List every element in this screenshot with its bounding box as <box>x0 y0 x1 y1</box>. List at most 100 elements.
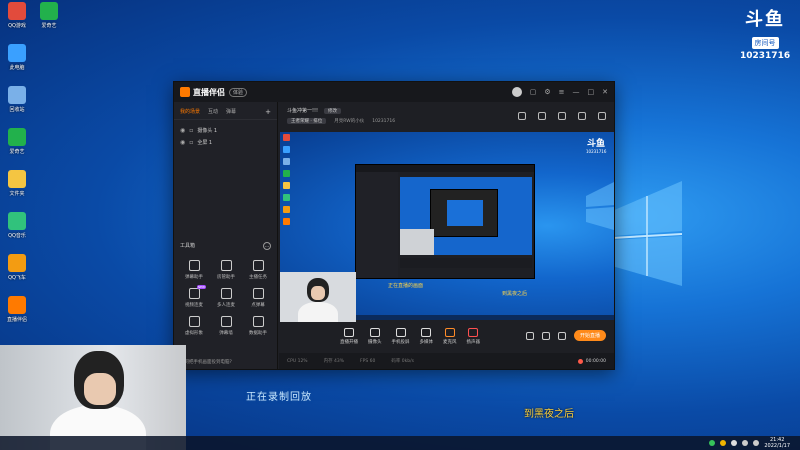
microphone-button[interactable]: 麦克风 <box>443 327 457 345</box>
minimize-icon[interactable]: — <box>573 88 580 96</box>
desktop-icon-label: QQ音乐 <box>8 233 26 239</box>
app-icon <box>8 170 26 188</box>
tool-item[interactable]: 弹幕墙 <box>210 316 242 336</box>
app-icon <box>8 212 26 230</box>
app-icon <box>8 44 26 62</box>
nested-app-window <box>355 164 535 279</box>
menu-icon[interactable]: ≡ <box>559 88 565 96</box>
tool-item[interactable]: 主播任务 <box>242 260 274 280</box>
tool-item[interactable]: 多人连麦 <box>210 288 242 308</box>
preview-desktop-icons <box>283 134 291 230</box>
camera-overlay[interactable] <box>280 272 356 322</box>
maximize-icon[interactable]: □ <box>588 88 595 96</box>
tab-danmaku[interactable]: 弹幕 <box>226 108 236 116</box>
network-icon[interactable] <box>742 440 749 446</box>
scene-item-camera[interactable]: ◉ ▫ 摄像头 1 <box>174 124 277 136</box>
tool-item[interactable]: 点弹幕 <box>242 288 274 308</box>
edit-title-button[interactable]: 修改 <box>324 107 342 114</box>
lock-icon[interactable] <box>538 112 546 120</box>
subtitle-right: 到黑夜之后 <box>524 409 574 420</box>
app-icon <box>8 86 26 104</box>
message-icon[interactable]: ▢ <box>530 88 537 96</box>
volume-icon[interactable] <box>753 440 760 446</box>
bell-icon[interactable] <box>598 112 606 120</box>
start-live-button[interactable]: 开始直播 <box>573 330 606 341</box>
scene-item-fullscreen[interactable]: ◉ ▫ 全屏 1 <box>174 136 277 148</box>
tab-interact[interactable]: 互动 <box>208 108 218 116</box>
app-icon <box>8 128 26 146</box>
tab-scenes[interactable]: 我的场景 <box>180 108 200 116</box>
desktop-icon-label: QQ游戏 <box>8 23 26 29</box>
desktop-icon[interactable]: 回收站 <box>2 86 32 128</box>
avatar[interactable] <box>511 87 522 97</box>
camera-button[interactable]: 摄像头 <box>368 327 382 345</box>
desktop-icon[interactable]: QQ飞车 <box>2 254 32 296</box>
tool-item[interactable]: 房管助手 <box>210 260 242 280</box>
tool-item[interactable]: 数据助手 <box>242 316 274 336</box>
desktop-icon[interactable]: 爱奇艺 <box>34 2 64 44</box>
desktop-icon[interactable]: QQ音乐 <box>2 212 32 254</box>
desktop-icon-label: 回收站 <box>9 107 25 113</box>
media-button[interactable]: 多媒体 <box>420 327 433 345</box>
share-icon[interactable] <box>578 112 586 120</box>
desktop-icon[interactable]: 直播伴侣 <box>2 296 32 338</box>
version-badge: 体验 <box>229 87 248 97</box>
title-bar: 直播伴侣 体验 ▢ ⚙ ≡ — □ ✕ <box>174 82 614 102</box>
tool-label: 主播任务 <box>249 275 267 280</box>
tool-item[interactable]: 弹幕助手 <box>178 260 210 280</box>
more-icon[interactable]: … <box>263 242 271 250</box>
status-bitrate: 码率 0kb/s <box>391 359 414 364</box>
lock-icon[interactable]: ▫ <box>189 139 193 146</box>
status-cpu: CPU 12% <box>287 358 308 364</box>
category-tag[interactable]: 王者荣耀 · 排位 <box>287 118 327 124</box>
add-scene-icon[interactable]: + <box>265 108 271 116</box>
tray-app-icon[interactable] <box>709 440 716 446</box>
tool-item[interactable]: 视频连麦 NEW <box>178 285 210 308</box>
record-icon[interactable] <box>525 331 534 340</box>
new-badge: NEW <box>196 285 206 289</box>
monitor-icon[interactable] <box>558 112 566 120</box>
taskbar-clock[interactable]: 21:42 2022/1/17 <box>764 437 790 449</box>
settings-icon[interactable]: ⚙ <box>544 88 550 96</box>
tray-app-icon[interactable] <box>731 440 738 446</box>
room-badge: 斗鱼 房间号 10231716 <box>740 10 790 62</box>
layout-icon[interactable] <box>518 112 526 120</box>
desktop-icon[interactable]: 文件夹 <box>2 170 32 212</box>
tool-icon <box>252 260 264 271</box>
eye-icon[interactable]: ◉ <box>180 127 185 134</box>
app-title: 直播伴侣 <box>193 87 225 97</box>
eye-icon[interactable]: ◉ <box>180 139 185 146</box>
stream-header: 斗鱼冲第一!!! 修改 王者荣耀 · 排位 月亮RW的小伙 10231716 <box>279 102 614 130</box>
desktop-icon[interactable]: QQ游戏 <box>2 2 32 44</box>
toolbox-header: 工具箱 … <box>180 242 271 250</box>
help-link[interactable]: 如何把手机画面投到电脑? <box>180 359 232 365</box>
tool-icon <box>220 288 232 299</box>
app-icon <box>8 254 26 272</box>
app-logo-icon <box>180 87 190 97</box>
desktop-icon-label: 文件夹 <box>9 191 25 197</box>
tool-icon <box>188 316 200 327</box>
preview-caption-right: 到黑夜之后 <box>502 291 528 297</box>
status-bar: CPU 12% 内存 43% FPS 60 码率 0kb/s 00:00:00 <box>279 353 614 369</box>
tray-app-icon[interactable] <box>720 440 727 446</box>
desktop-icon-label: 直播伴侣 <box>6 317 27 323</box>
tool-icon <box>220 260 232 271</box>
streamer-name: 月亮RW的小伙 <box>334 119 365 124</box>
lock-icon[interactable]: ▫ <box>189 127 193 134</box>
desktop-icon-label: 爱奇艺 <box>9 149 25 155</box>
app-icon <box>8 2 26 20</box>
tool-item[interactable]: 虚拟形象 <box>178 316 210 336</box>
camera-switch-icon[interactable] <box>541 331 550 340</box>
streaming-app-window: 直播伴侣 体验 ▢ ⚙ ≡ — □ ✕ 我的场景 互动 弹幕 + ◉ ▫ 摄像头… <box>173 81 615 370</box>
gear-icon[interactable] <box>557 331 566 340</box>
speaker-button[interactable]: 扬声器 <box>467 327 480 345</box>
desktop-icon[interactable]: 此电脑 <box>2 44 32 86</box>
screen-mirror-button[interactable]: 手机投屏 <box>392 327 410 345</box>
app-icon <box>8 296 26 314</box>
live-source-button[interactable]: 直播开播 <box>340 327 358 345</box>
toolbox-grid: 弹幕助手 房管助手 主播任务视频连麦 NEW 多人连麦 点弹幕虚拟形象 弹幕墙 数据助手 <box>178 260 274 336</box>
tool-label: 视频连麦 <box>185 303 203 308</box>
desktop-icon[interactable]: 爱奇艺 <box>2 128 32 170</box>
close-icon[interactable]: ✕ <box>602 88 608 96</box>
toolbox-title: 工具箱 <box>180 243 196 249</box>
